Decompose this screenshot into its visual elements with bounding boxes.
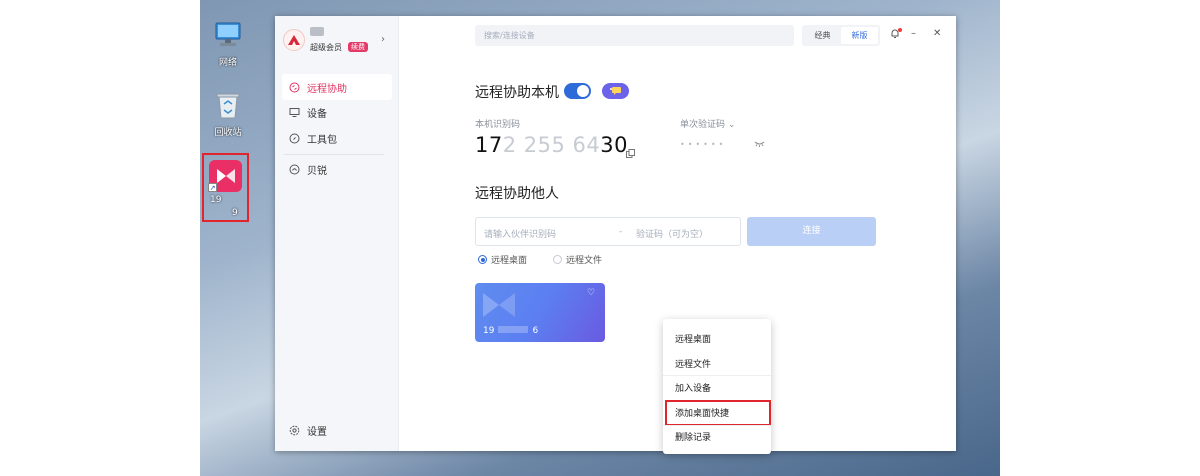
main-panel: 搜索/连接设备 经典 新版 – ✕ 远程协助本机 本机识别码 172 255 6… bbox=[399, 16, 956, 454]
local-id-blurred: 2 255 64 bbox=[502, 133, 601, 157]
monitor-icon bbox=[289, 107, 300, 118]
computer-icon bbox=[215, 22, 241, 46]
sidebar-item-beirui[interactable]: 贝锐 bbox=[282, 156, 392, 182]
context-menu: 远程桌面 远程文件 加入设备 添加桌面快捷 删除记录 bbox=[663, 319, 771, 454]
desktop-icon-network[interactable]: 网络 bbox=[203, 20, 253, 68]
local-id-prefix: 17 bbox=[475, 133, 503, 157]
shortcut-label-suffix: 9 bbox=[232, 208, 238, 218]
device-number: 19 6 bbox=[483, 326, 538, 336]
local-id-label: 本机识别码 bbox=[475, 120, 521, 130]
device-logo-icon bbox=[483, 293, 515, 317]
verification-code-input[interactable]: 验证码（可为空） bbox=[636, 227, 708, 240]
avatar[interactable] bbox=[283, 29, 305, 51]
remote-assist-title: 远程协助他人 bbox=[475, 186, 559, 202]
promo-chat-icon[interactable] bbox=[602, 83, 629, 99]
desktop-icon-label: 网络 bbox=[218, 58, 237, 68]
notification-dot bbox=[898, 28, 902, 32]
sidebar-item-label: 设备 bbox=[307, 108, 327, 120]
radio-unselected-icon bbox=[553, 255, 562, 264]
device-number-suffix: 6 bbox=[532, 326, 539, 336]
local-assist-toggle[interactable] bbox=[564, 83, 591, 99]
mode-classic-button[interactable]: 经典 bbox=[804, 27, 841, 44]
menu-item-remote-file[interactable]: 远程文件 bbox=[675, 357, 711, 370]
chevron-right-icon[interactable]: › bbox=[381, 34, 385, 45]
mode-switch: 经典 新版 bbox=[802, 25, 880, 46]
device-number-blurred bbox=[498, 326, 529, 333]
radio-remote-desktop[interactable]: 远程桌面 bbox=[478, 253, 527, 266]
device-card[interactable]: ♡ 19 6 bbox=[475, 283, 605, 342]
member-level: 超级会员 bbox=[310, 43, 342, 52]
sidebar-item-label: 贝锐 bbox=[307, 165, 327, 177]
menu-item-add-device[interactable]: 加入设备 bbox=[675, 381, 711, 394]
app-desktop-shortcut[interactable]: ↗ 19 9 bbox=[202, 153, 249, 222]
brand-logo-icon bbox=[288, 35, 300, 45]
sidebar-divider bbox=[284, 154, 384, 155]
menu-divider bbox=[663, 375, 771, 376]
device-number-prefix: 19 bbox=[483, 326, 495, 336]
shortcut-arrow-icon: ↗ bbox=[208, 183, 217, 192]
minimize-icon[interactable]: – bbox=[911, 28, 916, 39]
sidebar-item-label: 工具包 bbox=[307, 134, 337, 146]
chevron-down-icon: ⌄ bbox=[727, 120, 736, 130]
menu-divider bbox=[663, 425, 771, 426]
sidebar-item-toolkit[interactable]: 工具包 bbox=[282, 125, 392, 151]
compass-icon bbox=[289, 133, 300, 144]
local-assist-title: 远程协助本机 bbox=[475, 85, 559, 101]
menu-item-delete-record[interactable]: 删除记录 bbox=[675, 430, 711, 443]
sidebar-item-devices[interactable]: 设备 bbox=[282, 99, 392, 125]
one-time-code-dropdown[interactable]: 单次验证码 ⌄ bbox=[680, 117, 735, 130]
connect-button[interactable]: 连接 bbox=[747, 217, 876, 246]
code-label: 单次验证码 bbox=[680, 120, 726, 130]
radio-label: 远程桌面 bbox=[491, 256, 528, 266]
close-icon[interactable]: ✕ bbox=[933, 28, 941, 39]
favorite-heart-icon[interactable]: ♡ bbox=[587, 288, 595, 298]
copy-icon[interactable] bbox=[626, 143, 635, 162]
desktop-icon-label: 回收站 bbox=[214, 128, 242, 138]
partner-input-group: 请输入伙伴识别码 - 验证码（可为空） bbox=[475, 217, 741, 246]
radio-selected-icon bbox=[478, 255, 487, 264]
local-id-suffix: 30 bbox=[600, 133, 628, 157]
search-input[interactable]: 搜索/连接设备 bbox=[475, 25, 794, 46]
app-window: 超级会员 续费 › 远程协助 设备 工具包 贝锐 设置 搜索/连接设备 经典 新… bbox=[275, 16, 956, 454]
partner-id-input[interactable]: 请输入伙伴识别码 bbox=[484, 227, 556, 240]
menu-item-add-desktop-shortcut[interactable]: 添加桌面快捷 bbox=[675, 406, 729, 419]
shortcut-label: 19 bbox=[210, 195, 222, 205]
user-name-blurred bbox=[310, 27, 324, 36]
local-id-value: 172 255 6430 bbox=[475, 133, 628, 157]
radio-label: 远程文件 bbox=[566, 256, 603, 266]
remote-assist-icon bbox=[289, 82, 300, 93]
desktop-icon-recycle-bin[interactable]: 回收站 bbox=[203, 90, 253, 138]
input-separator: - bbox=[619, 227, 623, 237]
renew-badge[interactable]: 续费 bbox=[348, 42, 368, 52]
sidebar-item-remote-assist[interactable]: 远程协助 bbox=[282, 74, 392, 100]
brand-icon bbox=[289, 164, 300, 175]
settings-label: 设置 bbox=[307, 426, 327, 438]
eye-closed-icon[interactable] bbox=[754, 140, 765, 149]
menu-item-remote-desktop[interactable]: 远程桌面 bbox=[675, 332, 711, 345]
one-time-code-masked: •••••• bbox=[680, 140, 727, 149]
mode-new-button[interactable]: 新版 bbox=[841, 27, 878, 44]
radio-remote-file[interactable]: 远程文件 bbox=[553, 253, 602, 266]
gear-icon bbox=[289, 425, 300, 436]
sidebar-item-settings[interactable]: 设置 bbox=[282, 417, 392, 443]
recycle-bin-icon bbox=[216, 93, 240, 119]
sidebar-item-label: 远程协助 bbox=[307, 83, 347, 95]
sidebar: 超级会员 续费 › 远程协助 设备 工具包 贝锐 设置 bbox=[275, 16, 399, 451]
